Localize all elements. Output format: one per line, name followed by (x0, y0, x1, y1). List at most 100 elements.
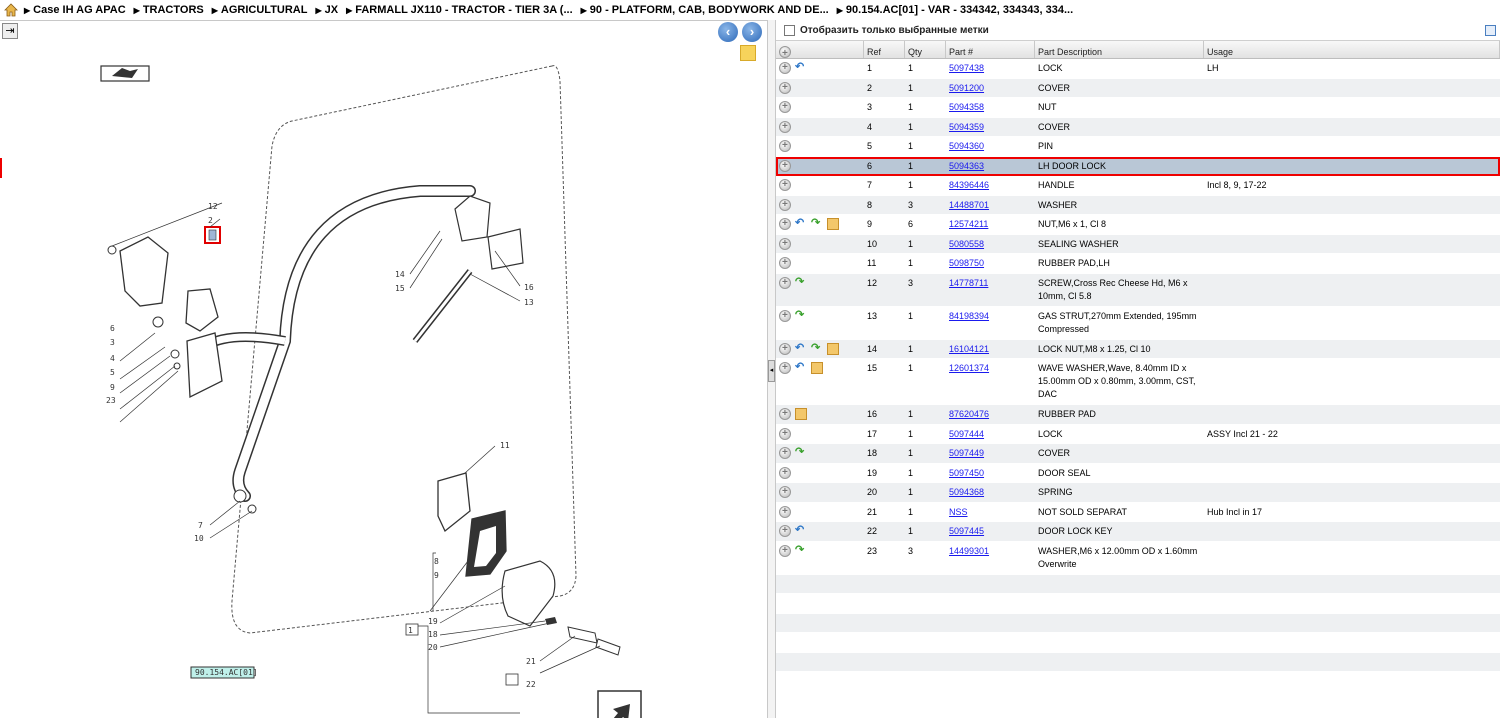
expand-row-icon[interactable] (779, 237, 791, 250)
part-number-link[interactable]: 84396446 (949, 180, 989, 190)
expand-row-icon[interactable] (779, 256, 791, 269)
callout-1[interactable]: 1 (408, 626, 413, 635)
expand-row-icon[interactable] (779, 198, 791, 211)
kit-box-icon[interactable] (795, 408, 807, 420)
table-row[interactable]: 20 1 5094368 SPRING (776, 483, 1500, 503)
part-number-cell[interactable]: 16104121 (946, 340, 1035, 359)
callout-15[interactable]: 15 (395, 284, 405, 293)
table-row[interactable]: 4 1 5094359 COVER (776, 117, 1500, 137)
callout-8[interactable]: 8 (434, 557, 439, 566)
previous-version-icon[interactable]: ↶ (795, 362, 807, 374)
part-number-cell[interactable]: 87620476 (946, 405, 1035, 424)
callout-21[interactable]: 21 (526, 657, 536, 666)
part-number-cell[interactable]: 14488701 (946, 196, 1035, 215)
previous-version-icon[interactable]: ↶ (795, 525, 807, 537)
table-row[interactable]: ↶↷9612574211NUT,M6 x 1, Cl 8 (776, 215, 1500, 235)
callout-4[interactable]: 4 (110, 354, 115, 363)
header-description[interactable]: Part Description (1035, 41, 1204, 58)
header-qty[interactable]: Qty (905, 41, 946, 58)
callout-9b[interactable]: 9 (434, 571, 439, 580)
part-number-link[interactable]: 5094363 (949, 161, 984, 171)
expand-panel-button[interactable]: ⇥ (2, 23, 18, 39)
table-row[interactable]: ↶ 1 1 5097438 LOCK LH (776, 59, 1500, 79)
expand-row-icon[interactable] (779, 276, 791, 289)
table-row[interactable]: ↶↷14116104121LOCK NUT,M8 x 1.25, Cl 10 (776, 339, 1500, 359)
table-row[interactable]: ↷ 13 1 84198394 GAS STRUT,270mm Extended, 19… (776, 306, 1500, 340)
table-row[interactable]: 8 3 14488701 WASHER (776, 195, 1500, 215)
header-part-number[interactable]: Part # (946, 41, 1035, 58)
part-number-cell[interactable]: 5094358 (946, 98, 1035, 117)
part-number-cell[interactable]: 5097445 (946, 522, 1035, 541)
part-number-cell[interactable]: 5097449 (946, 444, 1035, 463)
kit-box-icon[interactable] (827, 218, 839, 230)
part-number-cell[interactable]: 84396446 (946, 176, 1035, 195)
breadcrumb-item[interactable]: ▶ AGRICULTURAL (212, 4, 308, 16)
table-row[interactable]: 7 1 84396446 HANDLE Incl 8, 9, 17-22 (776, 176, 1500, 196)
table-row[interactable]: 16 1 87620476 RUBBER PAD (776, 405, 1500, 425)
callout-10[interactable]: 10 (194, 534, 204, 543)
callout-20[interactable]: 20 (428, 643, 438, 652)
table-row[interactable]: ↷ 12 3 14778711 SCREW,Cross Rec Cheese Hd, M… (776, 273, 1500, 307)
table-row[interactable]: 3 1 5094358 NUT (776, 98, 1500, 118)
table-row[interactable]: 2 1 5091200 COVER (776, 78, 1500, 98)
part-number-link[interactable]: 14499301 (949, 546, 989, 556)
table-row[interactable]: ↶ 15 1 12601374 WAVE WASHER,Wave, 8.40mm ID … (776, 359, 1500, 405)
previous-version-icon[interactable]: ↶ (795, 342, 807, 355)
replacement-icon[interactable]: ↷ (795, 276, 807, 289)
expand-row-icon[interactable] (779, 309, 791, 322)
previous-diagram-button[interactable]: ‹ (718, 22, 738, 42)
part-number-link[interactable]: 5097445 (949, 526, 984, 536)
callout-22[interactable]: 22 (526, 680, 536, 689)
table-row[interactable]: 5 1 5094360 PIN (776, 137, 1500, 157)
replacement-icon[interactable]: ↷ (795, 447, 807, 459)
table-row[interactable]: 19 1 5097450 DOOR SEAL (776, 463, 1500, 483)
callout-23[interactable]: 23 (106, 396, 116, 405)
expand-row-icon[interactable] (779, 485, 791, 498)
part-number-link[interactable]: 5097449 (949, 448, 984, 458)
callout-16[interactable]: 16 (524, 283, 534, 292)
replacement-icon[interactable]: ↷ (795, 544, 807, 557)
part-number-link[interactable]: 14778711 (949, 278, 988, 288)
expand-row-icon[interactable] (779, 505, 791, 518)
list-view-icon[interactable] (1485, 25, 1496, 36)
callout-2[interactable]: 2 (208, 216, 213, 225)
expand-row-icon[interactable] (779, 544, 791, 557)
callout-19[interactable]: 19 (428, 617, 438, 626)
show-selected-only-checkbox[interactable] (784, 24, 795, 36)
part-number-link[interactable]: 84198394 (949, 311, 989, 321)
breadcrumb-item[interactable]: ▶ FARMALL JX110 - TRACTOR - TIER 3A (... (346, 4, 573, 16)
part-number-link[interactable]: 5097438 (949, 63, 984, 73)
home-icon[interactable] (4, 3, 18, 17)
header-ref[interactable]: Ref (864, 41, 905, 58)
table-row[interactable]: ↶ 22 1 5097445 DOOR LOCK KEY (776, 522, 1500, 542)
part-number-cell[interactable]: 5094359 (946, 118, 1035, 137)
part-number-cell[interactable]: 5098750 (946, 254, 1035, 273)
part-number-cell[interactable]: 5094363 (946, 157, 1035, 176)
table-row[interactable]: 1115098750RUBBER PAD,LH (776, 254, 1500, 274)
expand-row-icon[interactable] (779, 61, 791, 74)
part-number-cell[interactable]: 14499301 (946, 542, 1035, 574)
part-number-cell[interactable]: 5094368 (946, 483, 1035, 502)
part-number-link[interactable]: NSS (949, 507, 968, 517)
replacement-icon[interactable]: ↷ (811, 218, 823, 230)
callout-3[interactable]: 3 (110, 338, 115, 347)
previous-version-icon[interactable]: ↶ (795, 62, 807, 74)
kit-box-icon[interactable] (811, 362, 823, 374)
part-number-link[interactable]: 16104121 (949, 344, 989, 354)
expand-row-icon[interactable] (779, 81, 791, 94)
expand-row-icon[interactable] (779, 446, 791, 459)
part-number-link[interactable]: 14488701 (949, 200, 989, 210)
collapse-toggle[interactable]: ◂ (768, 360, 775, 382)
expand-all-icon[interactable] (779, 45, 791, 58)
table-row[interactable]: 6 1 5094363 LH DOOR LOCK (776, 156, 1500, 176)
callout-13[interactable]: 13 (524, 298, 534, 307)
callout-7[interactable]: 7 (198, 521, 203, 530)
table-row[interactable]: ↷ 23 3 14499301 WASHER,M6 x 12.00mm OD x 1.6… (776, 541, 1500, 575)
expand-row-icon[interactable] (779, 524, 791, 537)
breadcrumb-item[interactable]: ▶ JX (315, 4, 338, 16)
exploded-parts-diagram[interactable]: 12 2 14 15 16 13 3 4 5 9 23 6 11 7 10 8 … (0, 41, 767, 718)
part-number-cell[interactable]: 12574211 (946, 215, 1035, 234)
callout-9[interactable]: 9 (110, 383, 115, 392)
callout-5[interactable]: 5 (110, 368, 115, 377)
part-number-link[interactable]: 5094368 (949, 487, 984, 497)
